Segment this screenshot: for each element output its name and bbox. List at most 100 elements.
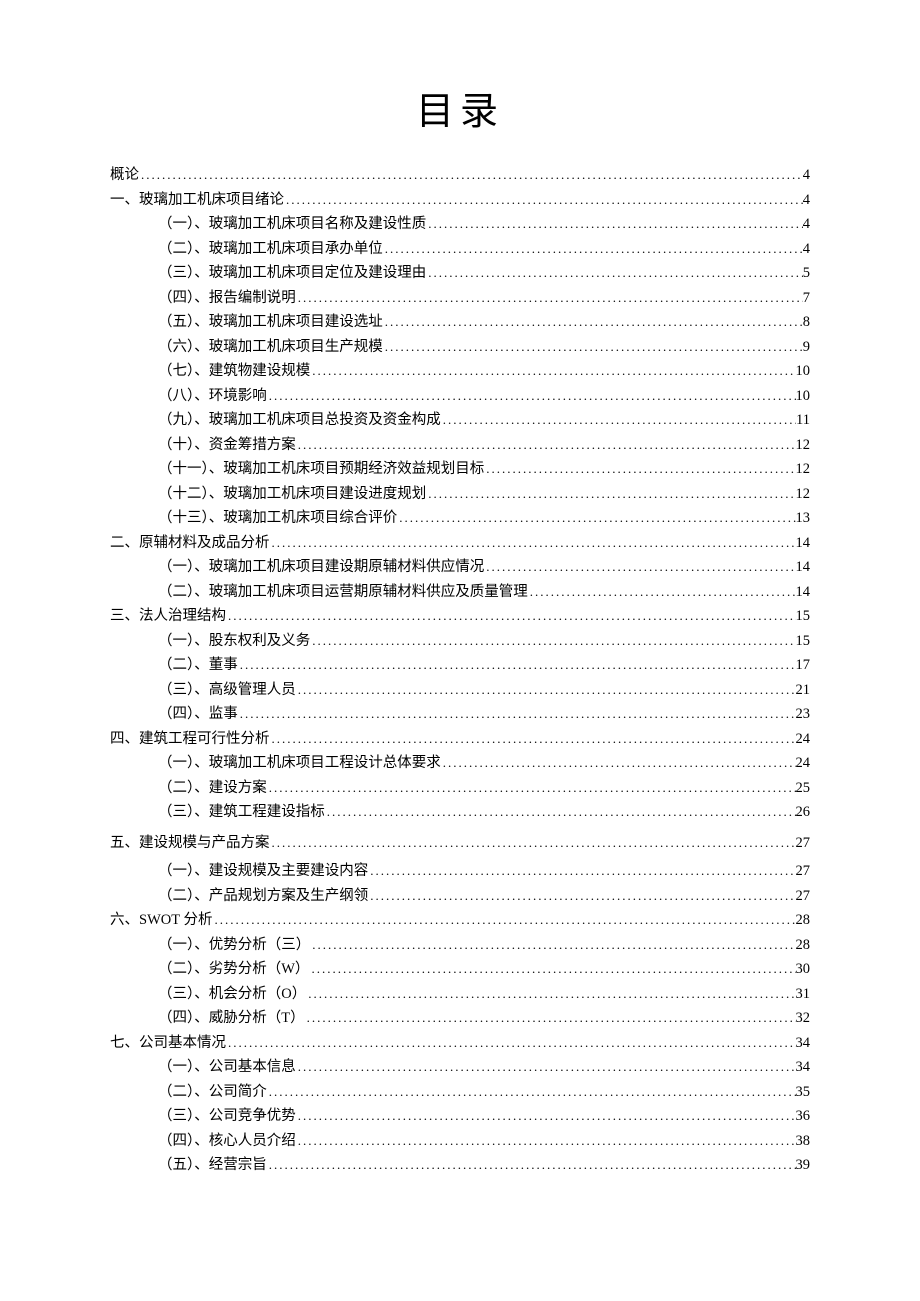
toc-entry-label: 二、原辅材料及成品分析 <box>110 531 270 556</box>
toc-entry: （四）、核心人员介绍 38 <box>110 1129 810 1154</box>
toc-entry-label: （四）、报告编制说明 <box>158 286 296 311</box>
toc-entry-label: （十三）、玻璃加工机床项目综合评价 <box>158 506 397 531</box>
toc-entry-label: 五、建设规模与产品方案 <box>110 831 270 856</box>
toc-leader-dots <box>139 163 803 188</box>
toc-entry-page: 4 <box>803 237 810 262</box>
toc-entry-label: 七、公司基本情况 <box>110 1031 226 1056</box>
toc-entry-page: 39 <box>796 1153 811 1178</box>
toc-entry: （一）、玻璃加工机床项目名称及建设性质 4 <box>110 212 810 237</box>
toc-leader-dots <box>368 859 795 884</box>
toc-entry: （五）、玻璃加工机床项目建设选址8 <box>110 310 810 335</box>
toc-entry: （一）、优势分析（三）28 <box>110 933 810 958</box>
toc-entry: 四、建筑工程可行性分析24 <box>110 727 810 752</box>
toc-entry-page: 30 <box>796 957 811 982</box>
toc-entry: （二）、产品规划方案及生产纲领 27 <box>110 884 810 909</box>
toc-entry-label: （一）、玻璃加工机床项目名称及建设性质 <box>158 212 426 237</box>
toc-leader-dots <box>296 286 803 311</box>
toc-entry: （三）、高级管理人员21 <box>110 678 810 703</box>
toc-entry-page: 4 <box>803 163 810 188</box>
toc-entry: （二）、建设方案25 <box>110 776 810 801</box>
toc-entry-label: （二）、公司简介 <box>158 1080 267 1105</box>
toc-entry: （四）、监事 23 <box>110 702 810 727</box>
toc-entry-page: 17 <box>796 653 811 678</box>
toc-entry-page: 15 <box>796 604 811 629</box>
toc-entry-page: 32 <box>796 1006 811 1031</box>
toc-leader-dots <box>296 1104 796 1129</box>
toc-leader-dots <box>226 604 796 629</box>
toc-entry-label: （三）、玻璃加工机床项目定位及建设理由 <box>158 261 426 286</box>
toc-entry-label: 概论 <box>110 163 139 188</box>
toc-entry-page: 25 <box>796 776 811 801</box>
toc-entry-page: 23 <box>796 702 811 727</box>
toc-entry-label: （四）、监事 <box>158 702 238 727</box>
toc-leader-dots <box>267 1080 796 1105</box>
toc-entry-page: 9 <box>803 335 810 360</box>
toc-entry-label: 六、SWOT 分析 <box>110 908 212 933</box>
toc-leader-dots <box>267 776 796 801</box>
toc-entry: （四）、报告编制说明7 <box>110 286 810 311</box>
toc-entry-label: （二）、董事 <box>158 653 238 678</box>
toc-entry-page: 35 <box>796 1080 811 1105</box>
toc-entry: （一）、股东权利及义务15 <box>110 629 810 654</box>
toc-entry-page: 38 <box>796 1129 811 1154</box>
toc-entry-label: 三、法人治理结构 <box>110 604 226 629</box>
toc-entry-page: 27 <box>796 859 811 884</box>
toc-entry: 二、原辅材料及成品分析14 <box>110 531 810 556</box>
toc-entry-page: 13 <box>796 506 811 531</box>
toc-entry: （一）、公司基本信息34 <box>110 1055 810 1080</box>
toc-entry-page: 10 <box>796 384 811 409</box>
toc-entry-label: （二）、劣势分析（W） <box>158 957 309 982</box>
toc-entry-label: （二）、产品规划方案及生产纲领 <box>158 884 368 909</box>
toc-leader-dots <box>309 957 795 982</box>
toc-entry-page: 24 <box>796 751 811 776</box>
toc-leader-dots <box>267 1153 796 1178</box>
toc-leader-dots <box>284 188 803 213</box>
toc-entry-label: （十二）、玻璃加工机床项目建设进度规划 <box>158 482 426 507</box>
toc-leader-dots <box>296 433 796 458</box>
toc-entry: （二）、公司简介 35 <box>110 1080 810 1105</box>
toc-entry-page: 27 <box>796 831 811 856</box>
toc-leader-dots <box>310 933 795 958</box>
toc-leader-dots <box>270 727 796 752</box>
toc-leader-dots <box>296 1055 796 1080</box>
toc-entry: （七）、建筑物建设规模10 <box>110 359 810 384</box>
toc-entry-label: （四）、核心人员介绍 <box>158 1129 296 1154</box>
toc-entry: （二）、玻璃加工机床项目承办单位4 <box>110 237 810 262</box>
toc-leader-dots <box>484 555 795 580</box>
toc-entry-label: 一、玻璃加工机床项目绪论 <box>110 188 284 213</box>
toc-entry-label: （一）、优势分析（三） <box>158 933 310 958</box>
toc-leader-dots <box>426 261 803 286</box>
toc-entry: 一、玻璃加工机床项目绪论 4 <box>110 188 810 213</box>
toc-entry: （十三）、玻璃加工机床项目综合评价 13 <box>110 506 810 531</box>
toc-leader-dots <box>310 629 795 654</box>
toc-entry-label: （四）、威胁分析（T） <box>158 1006 305 1031</box>
toc-leader-dots <box>267 384 796 409</box>
toc-entry: （四）、威胁分析（T） 32 <box>110 1006 810 1031</box>
toc-entry-page: 21 <box>796 678 811 703</box>
toc-leader-dots <box>270 531 796 556</box>
toc-entry: （三）、玻璃加工机床项目定位及建设理由 5 <box>110 261 810 286</box>
toc-entry-page: 5 <box>803 261 810 286</box>
toc-entry-label: （六）、玻璃加工机床项目生产规模 <box>158 335 383 360</box>
toc-entry-page: 12 <box>796 433 811 458</box>
toc-entry-label: （七）、建筑物建设规模 <box>158 359 310 384</box>
toc-entry-label: （一）、公司基本信息 <box>158 1055 296 1080</box>
toc-entry-label: （三）、建筑工程建设指标 <box>158 800 325 825</box>
toc-entry: （八）、环境影响10 <box>110 384 810 409</box>
toc-entry-label: （五）、经营宗旨 <box>158 1153 267 1178</box>
toc-entry-label: （十一）、玻璃加工机床项目预期经济效益规划目标 <box>158 457 484 482</box>
toc-entry: （十）、资金筹措方案12 <box>110 433 810 458</box>
toc-entry-page: 24 <box>796 727 811 752</box>
toc-entry: （一）、玻璃加工机床项目工程设计总体要求24 <box>110 751 810 776</box>
toc-entry-page: 4 <box>803 212 810 237</box>
toc-entry: 六、SWOT 分析28 <box>110 908 810 933</box>
toc-entry-label: （二）、玻璃加工机床项目运营期原辅材料供应及质量管理 <box>158 580 528 605</box>
toc-entry: （三）、建筑工程建设指标26 <box>110 800 810 825</box>
toc-entry-page: 27 <box>796 884 811 909</box>
toc-entry: （二）、董事 17 <box>110 653 810 678</box>
toc-entry-page: 4 <box>803 188 810 213</box>
toc-leader-dots <box>238 702 796 727</box>
toc-entry-page: 12 <box>796 482 811 507</box>
toc-leader-dots <box>296 1129 796 1154</box>
toc-leader-dots <box>383 310 803 335</box>
